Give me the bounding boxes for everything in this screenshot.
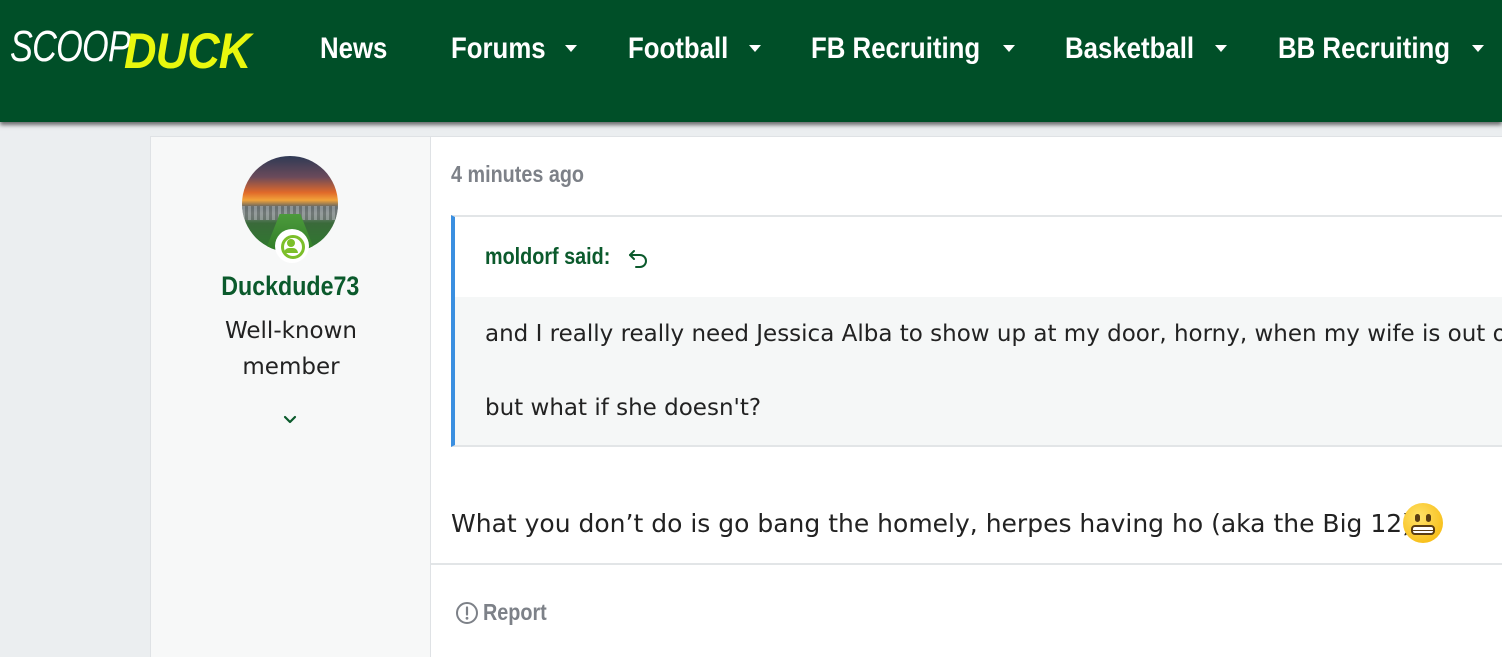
nav-item-label: Forums	[451, 32, 546, 65]
logo-scoop-text: SCOOP	[10, 22, 131, 71]
report-button[interactable]: Report	[455, 599, 557, 626]
nav-item-football[interactable]: Football	[628, 32, 761, 72]
post-author-username[interactable]: Duckdude73	[151, 271, 430, 302]
post-author-title: Well-known member	[225, 318, 357, 380]
post-footer-divider	[431, 563, 1502, 565]
emoji-teeth	[1411, 525, 1435, 535]
report-label: Report	[483, 599, 547, 625]
caret-down-icon[interactable]	[749, 45, 761, 52]
nav-item-label: Basketball	[1065, 32, 1195, 65]
online-status-icon	[275, 229, 309, 263]
emoji-right-eye	[1426, 514, 1431, 522]
emoji-left-eye	[1415, 514, 1420, 522]
username-text: Duckdude73	[221, 271, 360, 301]
quote-author-link[interactable]: moldorf said:	[485, 243, 631, 270]
online-user-head	[287, 239, 295, 247]
quote-header: moldorf said:	[455, 217, 1502, 297]
caret-down-icon[interactable]	[1472, 45, 1484, 52]
post-timestamp[interactable]: 4 minutes ago	[451, 161, 606, 188]
nav-item-forums[interactable]: Forums	[451, 32, 577, 72]
chevron-down-icon[interactable]	[283, 413, 297, 427]
caret-down-icon[interactable]	[1215, 45, 1227, 52]
caret-down-icon[interactable]	[565, 45, 577, 52]
timestamp-text: 4 minutes ago	[451, 161, 585, 187]
exclamation-circle-icon	[456, 602, 478, 624]
nav-item-bb-recruiting[interactable]: BB Recruiting	[1278, 32, 1484, 72]
forum-post: Duckdude73 Well-known member 4 minutes a…	[150, 136, 1502, 657]
quote-line: but what if she doesn't?	[485, 395, 762, 421]
logo-duck-text: DUCK	[124, 23, 251, 79]
nav-item-label: BB Recruiting	[1278, 32, 1451, 65]
top-navigation: SCOOP DUCK News Forums Football FB Recru…	[0, 0, 1502, 122]
nav-item-basketball[interactable]: Basketball	[1065, 32, 1227, 72]
caret-down-icon[interactable]	[1003, 45, 1015, 52]
reply-arrow-icon[interactable]	[627, 245, 651, 269]
nav-item-news[interactable]: News	[320, 32, 398, 72]
quote-author-text: moldorf said:	[485, 243, 611, 269]
nav-item-label: Football	[628, 32, 729, 65]
grimacing-face-emoji	[1403, 503, 1443, 543]
quote-line: and I really really need Jessica Alba to…	[485, 321, 1502, 347]
online-user-body	[284, 248, 298, 253]
site-logo[interactable]: SCOOP DUCK	[10, 22, 251, 79]
quote-block: moldorf said: and I really really need J…	[451, 215, 1502, 447]
post-message: What you don’t do is go bang the homely,…	[451, 509, 1412, 538]
nav-item-label: FB Recruiting	[811, 32, 981, 65]
nav-item-fb-recruiting[interactable]: FB Recruiting	[811, 32, 1015, 72]
post-author-panel: Duckdude73 Well-known member	[151, 137, 431, 657]
nav-item-label: News	[320, 32, 388, 65]
